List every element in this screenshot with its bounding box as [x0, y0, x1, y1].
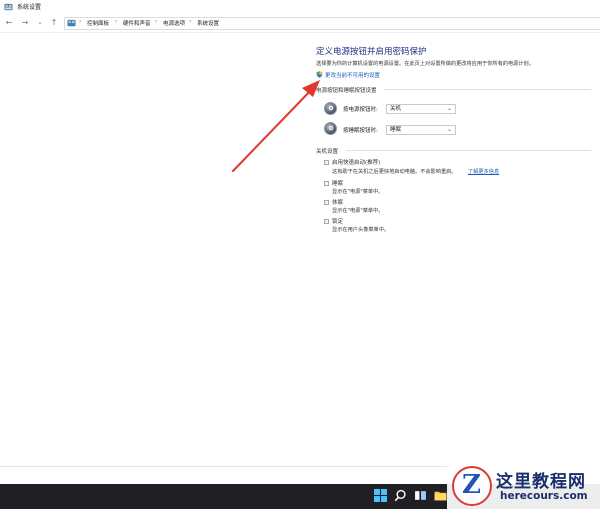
- chevron-down-icon: ⌄: [446, 105, 452, 112]
- sleep-menu-label: 睡眠: [332, 181, 344, 187]
- breadcrumb-power-options[interactable]: 电源选项: [163, 19, 185, 27]
- sleep-button-action-value: 睡眠: [390, 127, 402, 133]
- page-title: 定义电源按钮并启用密码保护: [316, 47, 427, 57]
- power-button-label: 按电源按钮时:: [343, 107, 378, 113]
- breadcrumb-system-settings[interactable]: 系统设置: [197, 19, 219, 27]
- power-button-icon: [324, 102, 337, 115]
- lock-menu-checkbox[interactable]: [324, 219, 329, 224]
- fast-startup-checkbox[interactable]: [324, 160, 329, 165]
- page-description: 选择要为你的计算机设置的电源设置。在此页上对设置所做的更改将应用于你所有的电源计…: [316, 61, 534, 67]
- learn-more-link[interactable]: 了解更多信息: [468, 168, 499, 175]
- breadcrumb-separator: ›: [189, 18, 192, 25]
- watermark-url: herecours.com: [500, 490, 588, 502]
- shutdown-section-heading: 关机设置: [316, 149, 339, 155]
- hibernate-menu-checkbox[interactable]: [324, 200, 329, 205]
- hibernate-menu-description: 显示在"电源"菜单中。: [332, 208, 384, 214]
- sleep-button-action-select[interactable]: 睡眠 ⌄: [386, 125, 456, 135]
- section-divider: [346, 150, 591, 151]
- breadcrumb-separator: ›: [79, 18, 82, 25]
- up-button[interactable]: ↑: [49, 18, 59, 28]
- chevron-down-icon: ⌄: [446, 126, 452, 133]
- hibernate-menu-label: 休眠: [332, 200, 344, 206]
- breadcrumb-hardware-sound[interactable]: 硬件和声音: [123, 19, 151, 27]
- search-icon[interactable]: [394, 489, 407, 502]
- fast-startup-label: 启用快速启动(推荐): [332, 160, 381, 166]
- window-title: 系统设置: [17, 4, 42, 11]
- fast-startup-description: 这有助于在关机之后更快地启动电脑。不会影响重启。: [332, 169, 457, 175]
- section-divider: [384, 89, 591, 90]
- control-panel-icon: [67, 19, 76, 27]
- back-button[interactable]: ←: [4, 18, 14, 28]
- sleep-button-icon: [324, 122, 337, 135]
- windows-start-icon[interactable]: [374, 489, 387, 502]
- uac-shield-icon: [316, 71, 323, 78]
- header-divider: [0, 32, 600, 33]
- breadcrumb-control-panel[interactable]: 控制面板: [87, 19, 109, 27]
- sleep-button-label: 按睡眠按钮时:: [343, 128, 378, 134]
- power-button-action-value: 关机: [390, 106, 402, 112]
- change-unavailable-settings-link[interactable]: 更改当前不可用的设置: [325, 71, 380, 79]
- annotation-arrow: [232, 80, 320, 172]
- sleep-menu-description: 显示在"电源"菜单中。: [332, 189, 384, 195]
- forward-button[interactable]: →: [20, 18, 30, 28]
- watermark-site-name: 这里教程网: [496, 472, 586, 492]
- breadcrumb-separator: ›: [155, 18, 158, 25]
- control-panel-icon: [4, 3, 13, 11]
- recent-dropdown-button[interactable]: ⌄: [35, 18, 45, 28]
- lock-menu-description: 显示在用户头像菜单中。: [332, 227, 390, 233]
- power-button-action-select[interactable]: 关机 ⌄: [386, 104, 456, 114]
- task-view-icon[interactable]: [414, 489, 427, 502]
- power-section-heading: 电源按钮和睡眠按钮设置: [316, 88, 377, 94]
- file-explorer-icon[interactable]: [434, 489, 447, 502]
- title-bar: [0, 0, 600, 16]
- sleep-menu-checkbox[interactable]: [324, 181, 329, 186]
- breadcrumb-separator: ›: [115, 18, 118, 25]
- lock-menu-label: 锁定: [332, 219, 344, 225]
- watermark-logo-letter: Z: [462, 470, 481, 500]
